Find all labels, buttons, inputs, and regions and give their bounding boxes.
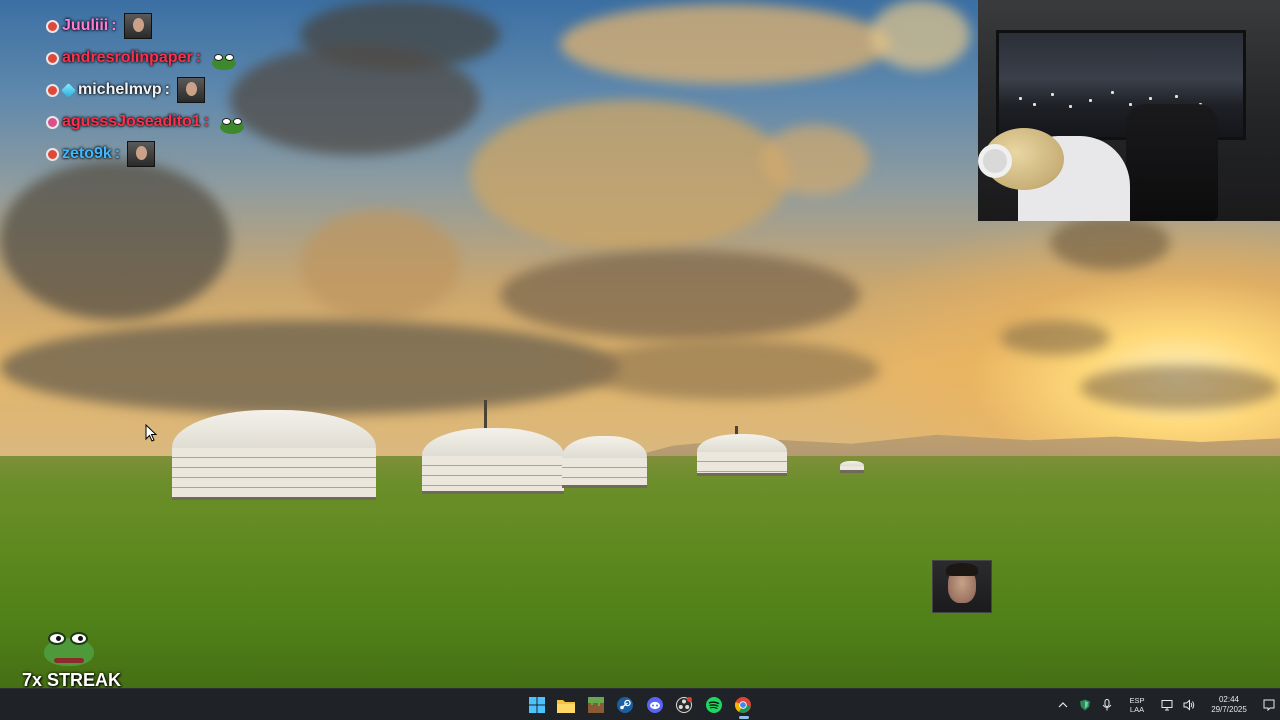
gem-badge-icon — [61, 82, 76, 98]
chrome-icon — [735, 697, 752, 713]
clock-date: 29/7/2025 — [1211, 705, 1247, 714]
face-emote-icon — [127, 141, 156, 167]
spotify-button[interactable] — [699, 689, 729, 720]
discord-icon — [646, 697, 663, 713]
pepe-emote-icon — [210, 54, 238, 72]
microphone-icon — [1102, 699, 1112, 711]
chat-badge-icon — [46, 147, 59, 161]
face-sticker — [932, 560, 992, 613]
steam-icon — [617, 697, 634, 713]
security-tray-button[interactable] — [1074, 689, 1096, 720]
keyboard-layout: LAA — [1129, 705, 1145, 714]
pepe-icon — [44, 632, 94, 666]
file-explorer-button[interactable] — [552, 689, 582, 720]
chat-username: michelmvp — [78, 81, 162, 98]
yurt — [697, 426, 787, 476]
clock-time: 02:44 — [1218, 695, 1240, 704]
taskbar-apps — [522, 689, 758, 720]
chat-separator: : — [164, 81, 170, 98]
chat-separator: : — [114, 145, 121, 162]
chat-username: zeto9k — [62, 145, 112, 162]
notifications-button[interactable] — [1258, 689, 1280, 720]
microphone-tray-button[interactable] — [1096, 689, 1118, 720]
yurt — [840, 461, 864, 473]
chrome-button[interactable] — [729, 689, 759, 720]
folder-icon — [557, 699, 576, 713]
headphones — [978, 144, 1012, 178]
face-emote-icon — [123, 13, 152, 39]
clock-button[interactable]: 02:44 29/7/2025 — [1200, 695, 1258, 715]
yurt — [562, 436, 647, 488]
chat-username: Juuliii — [62, 17, 109, 34]
streamer-webcam — [978, 0, 1280, 221]
streak-widget: 7x STREAK — [20, 630, 130, 690]
chat-badge-icon — [46, 19, 59, 33]
system-tray: ESP LAA 02:44 29/7/2025 — [1052, 689, 1280, 720]
chat-badge-icon — [46, 83, 59, 97]
mouse-cursor-icon — [145, 424, 157, 442]
chat-separator: : — [195, 49, 202, 66]
notification-icon — [1263, 699, 1275, 711]
network-icon — [1161, 700, 1173, 711]
taskbar: ESP LAA 02:44 29/7/2025 — [0, 688, 1280, 720]
obs-button[interactable] — [670, 689, 700, 720]
speaker-icon — [1183, 699, 1195, 711]
discord-button[interactable] — [640, 689, 670, 720]
chat-message: agusssJoseadito1: — [46, 106, 246, 138]
pepe-emote-icon — [218, 118, 246, 136]
chat-separator: : — [203, 113, 210, 130]
chat-message: zeto9k: — [46, 138, 246, 170]
stream-chat-overlay: Juuliii: andresrolinpaper: michelmvp: aguss… — [46, 10, 246, 170]
show-hidden-icons-button[interactable] — [1052, 689, 1074, 720]
face-emote-icon — [176, 77, 205, 103]
windows-icon — [528, 697, 545, 713]
start-button[interactable] — [522, 689, 552, 720]
chevron-up-icon — [1058, 702, 1068, 708]
chat-separator: : — [111, 17, 117, 34]
volume-tray-button[interactable] — [1178, 689, 1200, 720]
yurt — [422, 400, 564, 494]
shield-icon — [1080, 699, 1090, 711]
gaming-chair — [1126, 104, 1218, 221]
spotify-icon — [705, 697, 722, 713]
yurt — [172, 410, 376, 500]
language-indicator[interactable]: ESP LAA — [1118, 696, 1156, 714]
minecraft-button[interactable] — [581, 689, 611, 720]
chat-message: Juuliii: — [46, 10, 246, 42]
steam-button[interactable] — [611, 689, 641, 720]
chat-badge-icon — [46, 51, 59, 65]
chat-badge-icon — [46, 115, 59, 129]
language-code: ESP — [1129, 696, 1145, 705]
chat-message: andresrolinpaper: — [46, 42, 246, 74]
obs-icon — [676, 697, 693, 713]
chat-message: michelmvp: — [46, 74, 246, 106]
grass-block-icon — [587, 697, 604, 713]
chat-username: andresrolinpaper — [62, 49, 193, 66]
network-tray-button[interactable] — [1156, 689, 1178, 720]
chat-username: agusssJoseadito1 — [62, 113, 201, 130]
